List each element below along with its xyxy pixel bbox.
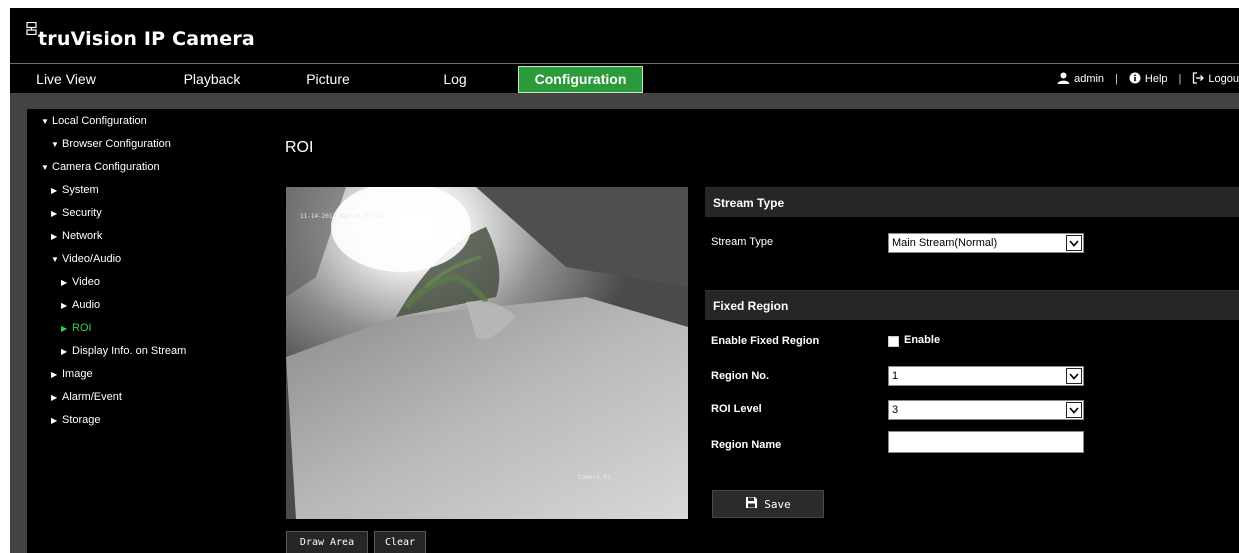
page-title: ROI bbox=[285, 139, 314, 156]
main-area: ▼ Local Configuration ▼ Browser Configur… bbox=[10, 93, 1239, 553]
separator: | bbox=[1178, 73, 1182, 85]
tree-item-video-audio[interactable]: ▼ Video/Audio bbox=[51, 253, 121, 265]
chevron-down-icon bbox=[1066, 235, 1082, 251]
chevron-down-icon bbox=[1066, 402, 1082, 418]
user-menu: admin | Help | Logou bbox=[1057, 64, 1239, 94]
help-label: Help bbox=[1144, 73, 1168, 85]
draw-area-button[interactable]: Draw Area bbox=[286, 531, 368, 553]
config-tree: ▼ Local Configuration ▼ Browser Configur… bbox=[27, 109, 265, 553]
region-name-label: Region Name bbox=[711, 439, 782, 451]
logo: truVision IP Camera bbox=[26, 20, 255, 50]
chevron-right-icon: ▶ bbox=[51, 185, 58, 195]
chevron-down-icon: ▼ bbox=[41, 116, 49, 126]
tree-item-display-info-on-stream[interactable]: ▶ Display Info. on Stream bbox=[61, 345, 186, 357]
tree-item-storage[interactable]: ▶ Storage bbox=[51, 414, 101, 426]
chevron-right-icon: ▶ bbox=[61, 300, 68, 310]
tree-item-network[interactable]: ▶ Network bbox=[51, 230, 102, 242]
fixed-region-heading: Fixed Region bbox=[705, 290, 1239, 320]
save-icon bbox=[745, 496, 764, 512]
chevron-down-icon: ▼ bbox=[51, 139, 59, 149]
chevron-down-icon: ▼ bbox=[51, 254, 59, 264]
user-icon bbox=[1057, 72, 1074, 87]
clear-button[interactable]: Clear bbox=[374, 531, 426, 553]
chevron-right-icon: ▶ bbox=[51, 231, 58, 241]
chevron-right-icon: ▶ bbox=[61, 346, 68, 356]
tab-log[interactable]: Log bbox=[420, 66, 490, 93]
tab-playback[interactable]: Playback bbox=[162, 66, 262, 93]
chevron-right-icon: ▶ bbox=[51, 208, 58, 218]
enable-fixed-region-checkbox[interactable] bbox=[888, 336, 899, 347]
region-name-input[interactable] bbox=[888, 431, 1084, 453]
chevron-down-icon bbox=[1066, 368, 1082, 384]
osd-camera-name: Camera 01 bbox=[578, 474, 611, 481]
save-button[interactable]: Save bbox=[712, 490, 824, 518]
video-preview[interactable]: 11-14-2017 Wed 01:52:41 Camera 01 bbox=[286, 187, 688, 519]
brand-name: truVision bbox=[38, 28, 138, 50]
tree-item-image[interactable]: ▶ Image bbox=[51, 368, 93, 380]
app-header: truVision IP Camera bbox=[10, 8, 1239, 63]
tree-item-audio[interactable]: ▶ Audio bbox=[61, 299, 100, 311]
tree-item-roi[interactable]: ▶ ROI bbox=[61, 322, 92, 334]
stream-type-select[interactable]: Main Stream(Normal) bbox=[888, 233, 1084, 253]
chevron-right-icon: ▶ bbox=[51, 392, 58, 402]
user-link[interactable]: admin bbox=[1057, 72, 1104, 87]
osd-datetime: 11-14-2017 Wed 01:52:41 bbox=[300, 213, 384, 220]
product-name: IP Camera bbox=[143, 28, 255, 50]
chevron-right-icon: ▶ bbox=[51, 415, 58, 425]
help-link[interactable]: Help bbox=[1129, 72, 1168, 87]
chevron-right-icon: ▶ bbox=[61, 323, 68, 333]
tree-item-security[interactable]: ▶ Security bbox=[51, 207, 102, 219]
chevron-right-icon: ▶ bbox=[51, 369, 58, 379]
tree-item-system[interactable]: ▶ System bbox=[51, 184, 99, 196]
tree-item-local-configuration[interactable]: ▼ Local Configuration bbox=[41, 115, 147, 127]
tab-configuration[interactable]: Configuration bbox=[518, 66, 643, 93]
enable-checkbox-label[interactable]: Enable bbox=[904, 334, 940, 346]
stream-type-label: Stream Type bbox=[711, 236, 774, 248]
roi-level-label: ROI Level bbox=[711, 403, 762, 415]
roi-level-select[interactable]: 3 bbox=[888, 400, 1084, 420]
camera-image bbox=[286, 187, 688, 519]
logout-link[interactable]: Logou bbox=[1192, 71, 1239, 87]
logout-icon bbox=[1192, 71, 1208, 87]
tree-item-video[interactable]: ▶ Video bbox=[61, 276, 100, 288]
region-no-label: Region No. bbox=[711, 370, 770, 382]
content-panel: ROI 11-14-2017 Wed 01:52:41 Camera 01 Dr… bbox=[262, 109, 1239, 553]
username: admin bbox=[1074, 73, 1105, 85]
region-no-select[interactable]: 1 bbox=[888, 366, 1084, 386]
main-nav: Live View Playback Picture Log Configura… bbox=[10, 63, 1239, 93]
tree-item-alarm-event[interactable]: ▶ Alarm/Event bbox=[51, 391, 122, 403]
info-icon bbox=[1129, 72, 1145, 87]
stream-type-heading: Stream Type bbox=[705, 187, 1239, 217]
network-icon bbox=[26, 21, 37, 38]
tab-picture[interactable]: Picture bbox=[278, 66, 378, 93]
logout-label: Logou bbox=[1208, 73, 1239, 85]
chevron-right-icon: ▶ bbox=[61, 277, 68, 287]
tab-live-view[interactable]: Live View bbox=[10, 66, 122, 93]
tree-item-camera-configuration[interactable]: ▼ Camera Configuration bbox=[41, 161, 160, 173]
enable-fixed-region-label: Enable Fixed Region bbox=[711, 335, 820, 347]
tree-item-browser-configuration[interactable]: ▼ Browser Configuration bbox=[51, 138, 171, 150]
chevron-down-icon: ▼ bbox=[41, 162, 49, 172]
separator: | bbox=[1115, 73, 1118, 85]
